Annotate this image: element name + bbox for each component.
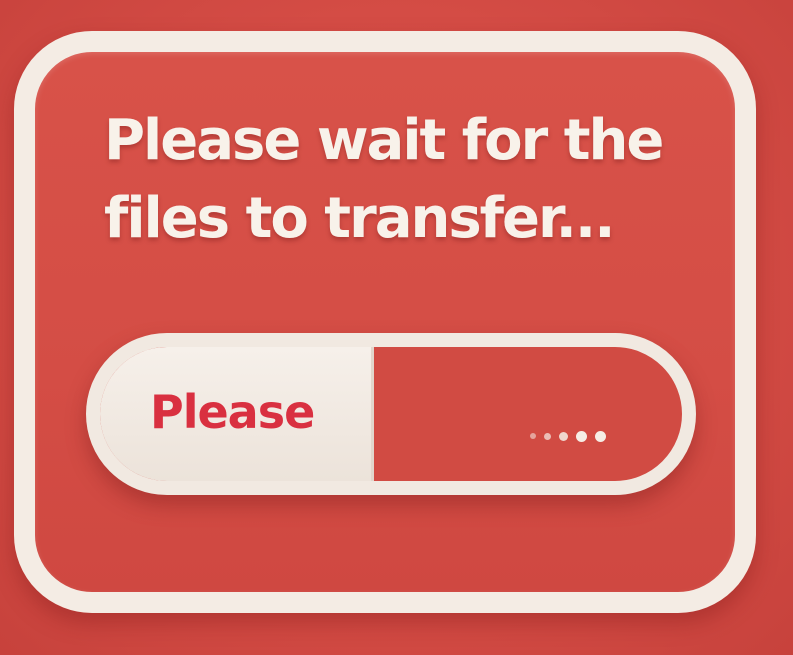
- loading-dot: [595, 430, 606, 442]
- progress-label: Please: [150, 385, 315, 439]
- progress-bar: Please: [86, 333, 696, 495]
- transfer-message: Please wait for the files to transfer...: [104, 108, 664, 251]
- loading-dot: [530, 433, 536, 439]
- loading-dot: [544, 432, 551, 440]
- loading-dot: [559, 431, 568, 441]
- loading-dot: [576, 430, 587, 442]
- loading-dots-icon: [530, 430, 606, 442]
